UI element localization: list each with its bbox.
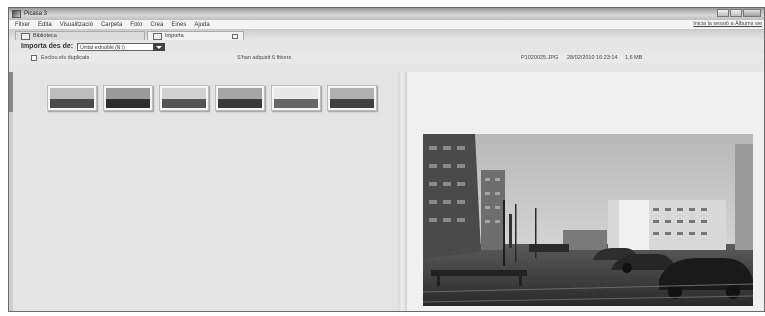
menu-bar: Fitxer Edita Visualització Carpeta Foto … — [9, 20, 764, 30]
menu-crea[interactable]: Crea — [150, 22, 163, 28]
import-icon — [153, 32, 162, 40]
thumbnail-image — [218, 88, 262, 108]
photo-thumbnail[interactable] — [327, 85, 377, 111]
files-acquired-count: S'han adquirit 6 fitxers — [237, 55, 292, 61]
tab-importa-label: Importa — [165, 33, 184, 39]
thumbnail-image — [106, 88, 150, 108]
tab-biblioteca[interactable]: Biblioteca — [15, 31, 145, 40]
import-source-row: Importa des de: Unitat extraïble (N:\) — [9, 40, 764, 53]
left-scrollbar[interactable] — [9, 72, 13, 311]
tab-importa[interactable]: Importa — [147, 31, 244, 40]
menu-eines[interactable]: Eines — [171, 22, 186, 28]
import-content — [9, 72, 764, 311]
exclude-duplicates-checkbox[interactable] — [31, 55, 37, 61]
thumbnail-panel — [9, 72, 407, 311]
import-source-value: Unitat extraïble (N:\) — [80, 44, 125, 51]
thumbnail-image — [162, 88, 206, 108]
title-bar: Picasa 3 — [9, 8, 764, 20]
picasa-window: Picasa 3 Fitxer Edita Visualització Carp… — [8, 7, 765, 312]
menu-fitxer[interactable]: Fitxer — [15, 22, 30, 28]
scrollbar-thumb[interactable] — [9, 72, 13, 112]
street-photo-image — [423, 134, 753, 306]
photo-thumbnail[interactable] — [271, 85, 321, 111]
preview-panel — [407, 72, 764, 311]
import-info-bar: Exclou els duplicats S'han adquirit 6 fi… — [9, 53, 764, 63]
menu-visualitzacio[interactable]: Visualització — [60, 22, 93, 28]
window-title: Picasa 3 — [24, 11, 48, 17]
thumbnail-image — [50, 88, 94, 108]
library-icon — [21, 32, 30, 40]
thumbnail-strip — [47, 85, 383, 111]
photo-thumbnail[interactable] — [215, 85, 265, 111]
picasa-app-icon — [12, 10, 21, 18]
window-controls — [717, 9, 761, 17]
menu-carpeta[interactable]: Carpeta — [101, 22, 122, 28]
chevron-down-icon[interactable] — [153, 42, 166, 51]
exclude-duplicates-label: Exclou els duplicats — [41, 55, 90, 61]
signin-albums-link[interactable]: Inicia la sessió a Àlbums we — [693, 21, 762, 27]
selected-file-date: 28/02/2010 16:23:14 — [567, 55, 618, 61]
import-source-select[interactable]: Unitat extraïble (N:\) — [77, 42, 166, 51]
menu-foto[interactable]: Foto — [130, 22, 142, 28]
close-button[interactable] — [743, 9, 761, 17]
thumbnail-image — [274, 88, 318, 108]
thumbnail-image — [330, 88, 374, 108]
minimize-button[interactable] — [717, 9, 729, 17]
panel-splitter[interactable] — [398, 72, 407, 311]
selected-file-size: 1,6 MB — [625, 55, 643, 61]
tab-close-icon[interactable] — [232, 33, 238, 39]
tab-biblioteca-label: Biblioteca — [33, 33, 57, 39]
maximize-button[interactable] — [730, 9, 742, 17]
photo-preview — [423, 134, 753, 306]
import-from-label: Importa des de: — [21, 43, 74, 50]
menu-ajuda[interactable]: Ajuda — [194, 22, 209, 28]
photo-thumbnail[interactable] — [159, 85, 209, 111]
selected-file-name: P1020025.JPG — [521, 55, 559, 61]
tab-bar: Biblioteca Importa — [9, 30, 764, 40]
photo-thumbnail[interactable] — [103, 85, 153, 111]
photo-thumbnail[interactable] — [47, 85, 97, 111]
menu-edita[interactable]: Edita — [38, 22, 52, 28]
